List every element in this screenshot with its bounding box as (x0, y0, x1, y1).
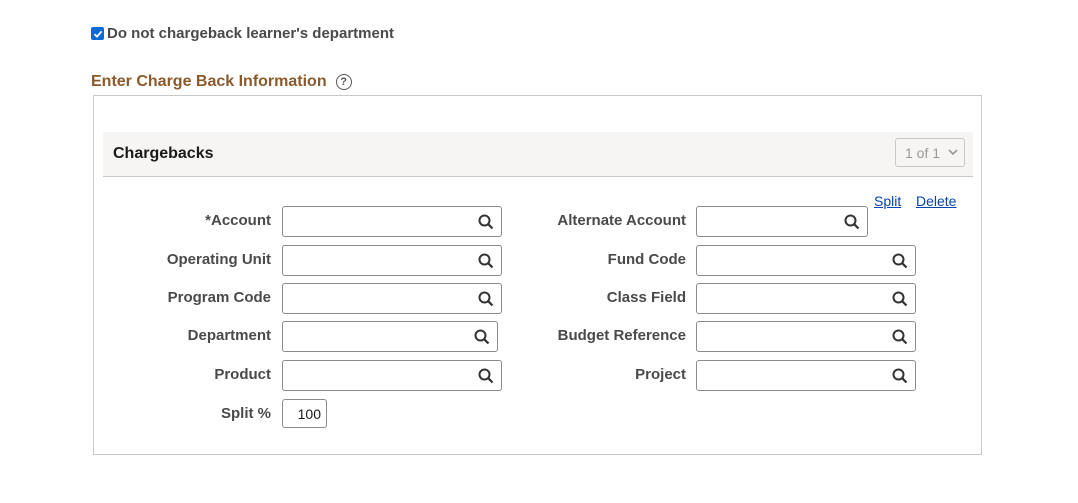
chargeback-page: Do not chargeback learner's department E… (0, 0, 1078, 503)
search-icon[interactable] (892, 291, 908, 307)
budget-reference-label: Budget Reference (557, 327, 686, 344)
no-chargeback-option: Do not chargeback learner's department (91, 25, 394, 42)
split-percent-field[interactable]: 100 (282, 399, 327, 428)
split-percent-value: 100 (297, 405, 321, 422)
no-chargeback-checkbox[interactable] (91, 27, 104, 40)
department-label: Department (187, 327, 271, 344)
operating-unit-field[interactable] (282, 245, 502, 276)
search-icon[interactable] (892, 368, 908, 384)
chargebacks-title: Chargebacks (113, 145, 214, 162)
alternate-account-field[interactable] (696, 206, 868, 237)
alternate-account-label: Alternate Account (557, 212, 686, 229)
department-field[interactable] (282, 321, 498, 352)
chevron-down-icon (948, 149, 958, 156)
search-icon[interactable] (478, 253, 494, 269)
search-icon[interactable] (892, 329, 908, 345)
class-field-input[interactable] (696, 283, 916, 314)
search-icon[interactable] (844, 214, 860, 230)
help-icon[interactable]: ? (335, 74, 352, 90)
chargeback-panel: Chargebacks 1 of 1 Split Delete *Account… (93, 95, 982, 455)
product-field[interactable] (282, 360, 502, 391)
class-field-label: Class Field (606, 289, 686, 306)
product-label: Product (214, 366, 271, 383)
program-code-label: Program Code (167, 289, 271, 306)
fund-code-field[interactable] (696, 245, 916, 276)
split-percent-label: Split % (220, 405, 271, 422)
section-title: Enter Charge Back Information (91, 73, 327, 90)
project-label: Project (635, 366, 686, 383)
section-header: Enter Charge Back Information ? (91, 73, 352, 91)
search-icon[interactable] (474, 329, 490, 345)
budget-reference-field[interactable] (696, 321, 916, 352)
account-field[interactable] (282, 206, 502, 237)
checkmark-icon (93, 30, 102, 38)
search-icon[interactable] (892, 253, 908, 269)
search-icon[interactable] (478, 214, 494, 230)
program-code-field[interactable] (282, 283, 502, 314)
no-chargeback-label: Do not chargeback learner's department (107, 25, 394, 42)
row-pager-select[interactable]: 1 of 1 (895, 138, 965, 167)
project-field[interactable] (696, 360, 916, 391)
split-link[interactable]: Split (874, 193, 901, 209)
pager-text: 1 of 1 (905, 144, 941, 161)
operating-unit-label: Operating Unit (166, 251, 271, 268)
search-icon[interactable] (478, 291, 494, 307)
search-icon[interactable] (478, 368, 494, 384)
delete-link[interactable]: Delete (916, 193, 956, 209)
account-label: *Account (205, 212, 271, 229)
chargebacks-grid-header: Chargebacks 1 of 1 (103, 132, 973, 177)
fund-code-label: Fund Code (607, 251, 686, 268)
